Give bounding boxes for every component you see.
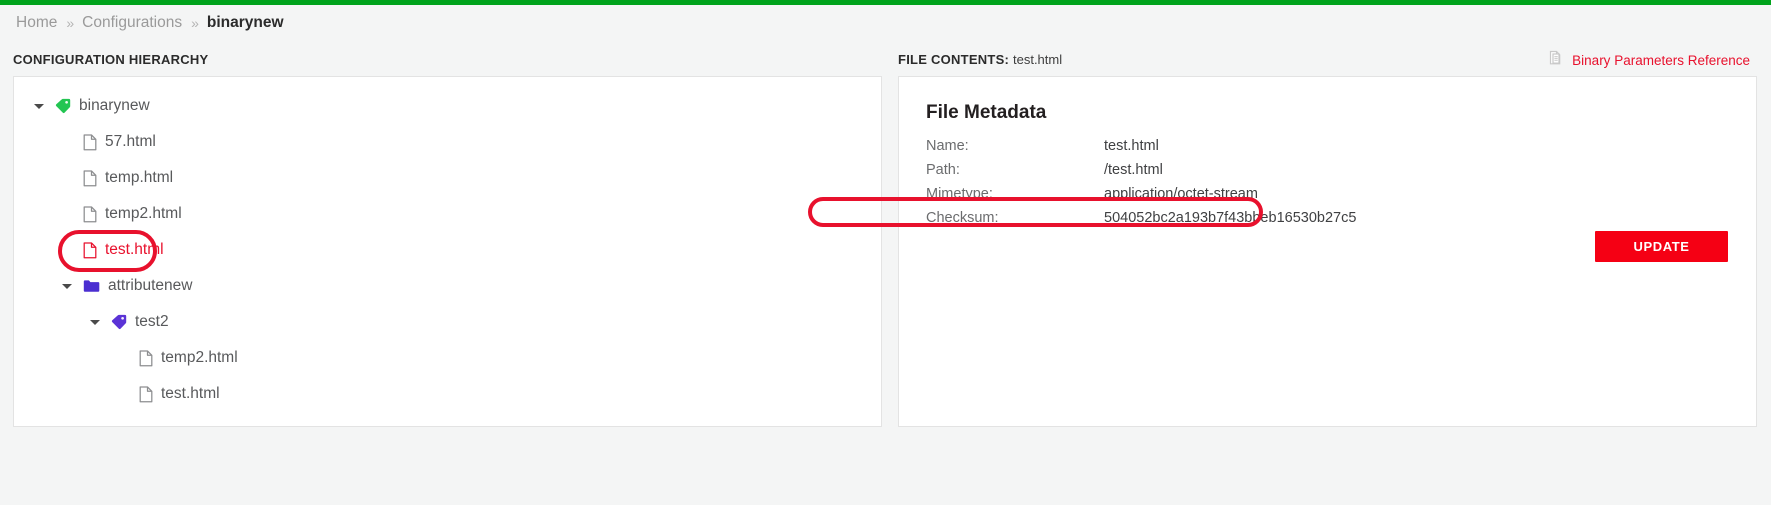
tree-node-temp-html[interactable]: temp.html: [14, 160, 881, 196]
tree-node-57-html[interactable]: 57.html: [14, 124, 881, 160]
file-icon: [139, 349, 153, 367]
tree-node-temp2-html[interactable]: temp2.html: [14, 196, 881, 232]
chevron-down-icon[interactable]: [62, 281, 73, 292]
file-icon: [83, 241, 97, 259]
tree-node-label: 57.html: [105, 133, 156, 151]
metadata-value: /test.html: [1104, 162, 1163, 178]
metadata-value: test.html: [1104, 138, 1159, 154]
file-contents-heading-value: test.html: [1012, 52, 1063, 67]
breadcrumb-item-current: binarynew: [206, 14, 284, 31]
file-metadata-table: Name: test.html Path: /test.html Mimetype: ap…: [926, 134, 1356, 230]
file-icon: [139, 385, 153, 403]
metadata-row: Path: /test.html: [926, 158, 1356, 182]
tree-node-label: test2: [135, 313, 169, 331]
top-accent-bar: [0, 0, 1771, 5]
file-icon: [83, 133, 97, 151]
tree-node-temp2-html[interactable]: temp2.html: [14, 340, 881, 376]
tree-node-binarynew[interactable]: binarynew: [14, 88, 881, 124]
tag-green-icon: [55, 98, 71, 114]
tree-node-label: test.html: [161, 385, 220, 403]
tree-node-label: temp2.html: [161, 349, 238, 367]
binary-parameters-reference-label: Binary Parameters Reference: [1572, 53, 1750, 68]
update-button[interactable]: UPDATE: [1595, 231, 1728, 262]
document-icon: [1548, 50, 1565, 71]
file-contents-panel: File Metadata Name: test.html Path: /test.h…: [898, 76, 1757, 427]
metadata-key: Name:: [926, 138, 969, 154]
file-contents-heading-label: FILE CONTENTS:: [898, 52, 1010, 67]
file-icon: [83, 169, 97, 187]
breadcrumb-separator: »: [191, 15, 199, 31]
breadcrumb-item-home[interactable]: Home: [16, 14, 57, 32]
page-root: Home » Configurations » binarynew CONFIG…: [0, 0, 1771, 505]
binary-parameters-reference-link[interactable]: Binary Parameters Reference: [1548, 50, 1750, 71]
breadcrumb-separator: »: [66, 15, 74, 31]
file-metadata-title: File Metadata: [926, 102, 1047, 123]
tree-node-test-html[interactable]: test.html: [14, 376, 881, 412]
chevron-down-icon[interactable]: [90, 317, 101, 328]
chevron-down-icon[interactable]: [34, 101, 45, 112]
tag-purple-icon: [111, 314, 127, 330]
breadcrumb-item-configurations[interactable]: Configurations: [82, 14, 182, 32]
breadcrumb: Home » Configurations » binarynew: [16, 11, 284, 35]
metadata-row: Checksum: 504052bc2a193b7f43bbeb16530b27c…: [926, 206, 1356, 230]
metadata-key: Mimetype:: [926, 186, 993, 202]
tree-node-label: binarynew: [79, 97, 150, 115]
configuration-hierarchy-panel: binarynew 57.html temp.html temp2.html test.…: [13, 76, 882, 427]
folder-icon: [83, 279, 100, 293]
tree-node-label: temp2.html: [105, 205, 182, 223]
metadata-value: application/octet-stream: [1104, 186, 1258, 202]
tree-node-test2[interactable]: test2: [14, 304, 881, 340]
tree-node-label: attributenew: [108, 277, 193, 295]
configuration-tree: binarynew 57.html temp.html temp2.html test.…: [14, 77, 881, 412]
metadata-row: Mimetype: application/octet-stream: [926, 182, 1356, 206]
metadata-key: Checksum:: [926, 210, 999, 226]
tree-node-attributenew[interactable]: attributenew: [14, 268, 881, 304]
metadata-value: 504052bc2a193b7f43bbeb16530b27c5: [1104, 210, 1357, 226]
metadata-row: Name: test.html: [926, 134, 1356, 158]
tree-node-label: test.html: [105, 241, 164, 259]
tree-node-test-html[interactable]: test.html: [14, 232, 881, 268]
metadata-key: Path:: [926, 162, 960, 178]
file-contents-heading: FILE CONTENTS: test.html: [898, 52, 1062, 67]
tree-node-label: temp.html: [105, 169, 174, 187]
file-icon: [83, 205, 97, 223]
configuration-hierarchy-heading: CONFIGURATION HIERARCHY: [13, 52, 209, 67]
